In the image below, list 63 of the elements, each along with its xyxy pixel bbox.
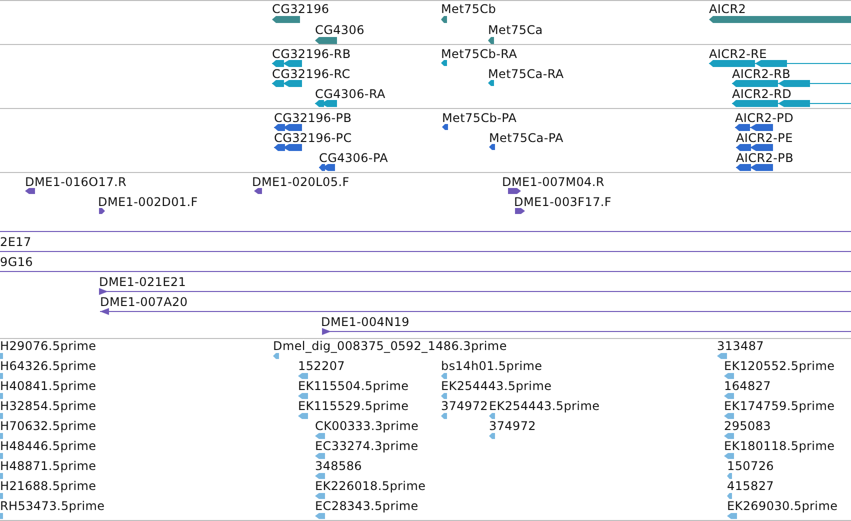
feature-label[interactable]: 313487 <box>717 339 764 353</box>
feature-label[interactable]: EK269030.5prime <box>727 499 838 513</box>
feature-label[interactable]: CG4306-PA <box>319 151 388 165</box>
feature-label[interactable]: 164827 <box>724 379 772 393</box>
feature-label[interactable]: H32854.5prime <box>0 399 96 413</box>
feature-label[interactable]: DME1-004N19 <box>321 315 410 329</box>
feature-label[interactable]: CG4306-RA <box>315 87 386 101</box>
feature-label[interactable]: Met75Ca-RA <box>488 67 564 81</box>
feature-label[interactable]: EK254443.5prime <box>489 399 600 413</box>
feature-label[interactable]: AICR2-PD <box>735 111 794 125</box>
feature-label[interactable]: DME1-021E21 <box>99 275 186 289</box>
feature-label[interactable]: DME1-007A20 <box>100 295 188 309</box>
feature-label[interactable]: Met75Cb-RA <box>441 47 518 61</box>
feature-label[interactable]: 9G16 <box>0 255 34 269</box>
feature-label[interactable]: DME1-003F17.F <box>514 195 612 209</box>
feature-label[interactable]: DME1-020L05.F <box>252 175 350 189</box>
feature-label[interactable]: H64326.5prime <box>0 359 96 373</box>
feature-label[interactable]: DME1-002D01.F <box>98 195 198 209</box>
feature-label[interactable]: CK00333.3prime <box>315 419 419 433</box>
feature-label[interactable]: RH53473.5prime <box>0 499 105 513</box>
feature-label[interactable]: Met75Cb <box>441 2 496 16</box>
feature-label[interactable]: AICR2-PE <box>736 131 793 145</box>
feature-label[interactable]: Met75Cb-PA <box>442 111 517 125</box>
feature-label[interactable]: AICR2-RB <box>732 67 791 81</box>
feature-label[interactable]: Met75Ca-PA <box>489 131 564 145</box>
feature-label[interactable]: 150726 <box>727 459 774 473</box>
feature-label[interactable]: CG32196-PC <box>274 131 352 145</box>
feature-label[interactable]: EK120552.5prime <box>724 359 835 373</box>
feature-label[interactable]: CG32196-PB <box>274 111 352 125</box>
feature-label[interactable]: EK254443.5prime <box>441 379 552 393</box>
feature-label[interactable]: 348586 <box>315 459 362 473</box>
feature-label[interactable]: H40841.5prime <box>0 379 96 393</box>
feature-label[interactable]: EK174759.5prime <box>724 399 835 413</box>
feature-label[interactable]: CG32196-RC <box>272 67 350 81</box>
feature-label[interactable]: AICR2 <box>709 2 746 16</box>
feature-label[interactable]: H21688.5prime <box>0 479 96 493</box>
feature-label[interactable]: H29076.5prime <box>0 339 96 353</box>
feature-label[interactable]: EC28343.5prime <box>315 499 418 513</box>
feature-label[interactable]: CG32196 <box>272 2 330 16</box>
feature-label[interactable]: EC33274.3prime <box>315 439 418 453</box>
feature-label[interactable]: Met75Ca <box>488 23 543 37</box>
feature-label[interactable]: AICR2-RD <box>732 87 792 101</box>
feature-label[interactable]: 374972 <box>489 419 536 433</box>
feature-label[interactable]: 2E17 <box>0 235 32 249</box>
feature-label[interactable]: 295083 <box>724 419 772 433</box>
feature-label[interactable]: CG32196-RB <box>272 47 351 61</box>
feature-label[interactable]: EK115529.5prime <box>298 399 409 413</box>
feature-label[interactable]: 374972 <box>441 399 488 413</box>
feature-label[interactable]: EK226018.5prime <box>315 479 426 493</box>
feature-label[interactable]: H48446.5prime <box>0 439 96 453</box>
feature-label[interactable]: EK180118.5prime <box>724 439 835 453</box>
feature-label[interactable]: AICR2-PB <box>736 151 794 165</box>
feature-label[interactable]: CG4306 <box>315 23 364 37</box>
feature-label[interactable]: 152207 <box>298 359 346 373</box>
feature-label[interactable]: AICR2-RE <box>709 47 767 61</box>
feature-label[interactable]: H70632.5prime <box>0 419 96 433</box>
feature-label[interactable]: DME1-016O17.R <box>25 175 127 189</box>
feature-label[interactable]: bs14h01.5prime <box>441 359 542 373</box>
feature-label[interactable]: H48871.5prime <box>0 459 96 473</box>
feature-label[interactable]: DME1-007M04.R <box>502 175 604 189</box>
feature-label[interactable]: Dmel_dig_008375_0592_1486.3prime <box>273 339 507 353</box>
feature-label[interactable]: 415827 <box>727 479 774 493</box>
feature-label[interactable]: EK115504.5prime <box>298 379 409 393</box>
